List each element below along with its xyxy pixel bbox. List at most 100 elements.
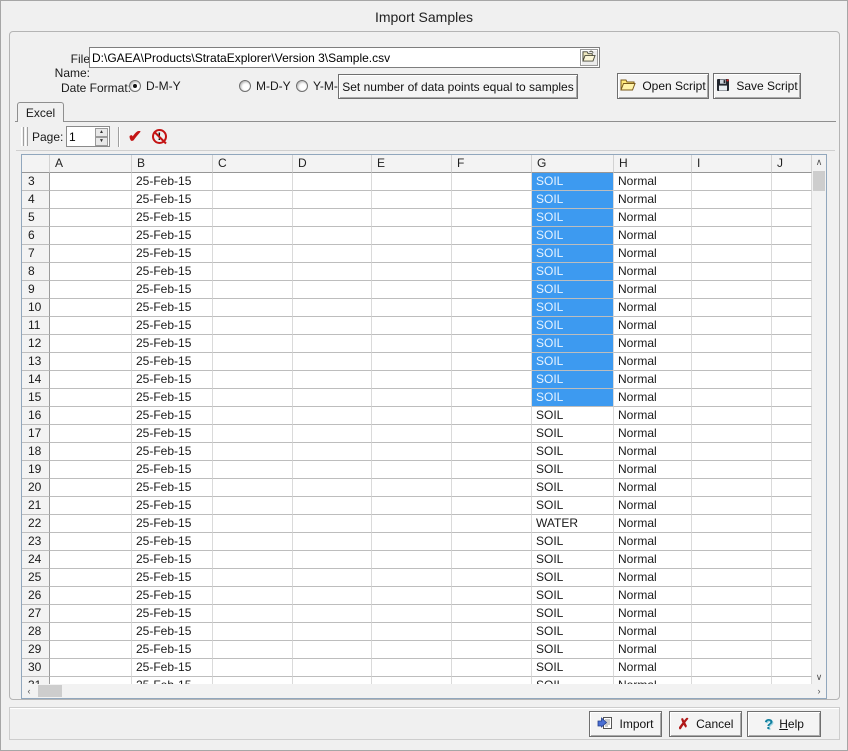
- row-header-5[interactable]: 5: [22, 209, 50, 227]
- grid-cell[interactable]: [452, 443, 532, 461]
- grid-cell[interactable]: Normal: [614, 461, 692, 479]
- grid-cell[interactable]: [213, 191, 293, 209]
- grid-cell[interactable]: [692, 407, 772, 425]
- row-header-13[interactable]: 13: [22, 353, 50, 371]
- grid-cell[interactable]: Normal: [614, 209, 692, 227]
- grid-cell[interactable]: [50, 263, 132, 281]
- grid-cell[interactable]: [50, 245, 132, 263]
- grid-cell[interactable]: [692, 551, 772, 569]
- grid-cell[interactable]: [692, 659, 772, 677]
- grid-cell[interactable]: [452, 281, 532, 299]
- grid-cell[interactable]: [213, 245, 293, 263]
- grid-cell[interactable]: Normal: [614, 551, 692, 569]
- row-header-30[interactable]: 30: [22, 659, 50, 677]
- grid-cell[interactable]: 25-Feb-15: [132, 443, 213, 461]
- grid-cell[interactable]: [213, 299, 293, 317]
- row-header-25[interactable]: 25: [22, 569, 50, 587]
- corner-header-cell[interactable]: [22, 155, 50, 173]
- grid-cell[interactable]: [372, 587, 452, 605]
- grid-cell[interactable]: 25-Feb-15: [132, 533, 213, 551]
- scroll-right-button[interactable]: ›: [812, 684, 826, 698]
- grid-cell[interactable]: [293, 425, 372, 443]
- import-button[interactable]: Import: [589, 711, 662, 737]
- column-header-G[interactable]: G: [532, 155, 614, 173]
- grid-cell[interactable]: [372, 659, 452, 677]
- grid-cell[interactable]: [213, 641, 293, 659]
- grid-cell[interactable]: SOIL: [532, 461, 614, 479]
- grid-cell[interactable]: 25-Feb-15: [132, 353, 213, 371]
- column-header-A[interactable]: A: [50, 155, 132, 173]
- grid-cell[interactable]: [692, 461, 772, 479]
- grid-cell[interactable]: [293, 191, 372, 209]
- grid-cell[interactable]: SOIL: [532, 641, 614, 659]
- grid-cell[interactable]: [692, 173, 772, 191]
- grid-cell[interactable]: SOIL: [532, 227, 614, 245]
- radio-label[interactable]: M-D-Y: [256, 79, 291, 93]
- grid-cell[interactable]: [692, 209, 772, 227]
- grid-cell[interactable]: [213, 335, 293, 353]
- grid-cell[interactable]: [452, 263, 532, 281]
- grid-cell[interactable]: [50, 515, 132, 533]
- grid-cell[interactable]: 25-Feb-15: [132, 641, 213, 659]
- grid-cell[interactable]: [293, 227, 372, 245]
- cancel-button[interactable]: ✗ Cancel: [669, 711, 742, 737]
- grid-cell[interactable]: [452, 335, 532, 353]
- vertical-scroll-thumb[interactable]: [813, 171, 825, 191]
- grid-cell[interactable]: [452, 497, 532, 515]
- grid-cell[interactable]: [372, 317, 452, 335]
- row-header-22[interactable]: 22: [22, 515, 50, 533]
- grid-cell[interactable]: [452, 173, 532, 191]
- grid-cell[interactable]: Normal: [614, 533, 692, 551]
- grid-cell[interactable]: [772, 497, 812, 515]
- row-header-23[interactable]: 23: [22, 533, 50, 551]
- grid-cell[interactable]: 25-Feb-15: [132, 407, 213, 425]
- grid-cell[interactable]: [372, 353, 452, 371]
- grid-cell[interactable]: [692, 335, 772, 353]
- grid-cell[interactable]: [452, 209, 532, 227]
- grid-cell[interactable]: [50, 335, 132, 353]
- grid-cell[interactable]: [50, 461, 132, 479]
- grid-cell[interactable]: [692, 569, 772, 587]
- column-header-F[interactable]: F: [452, 155, 532, 173]
- grid-cell[interactable]: [50, 209, 132, 227]
- grid-cell[interactable]: [293, 245, 372, 263]
- toolbar-grip[interactable]: [25, 127, 28, 146]
- grid-cell[interactable]: [293, 479, 372, 497]
- grid-cell[interactable]: [692, 227, 772, 245]
- grid-cell[interactable]: [50, 677, 132, 684]
- row-header-10[interactable]: 10: [22, 299, 50, 317]
- grid-cell[interactable]: [213, 677, 293, 684]
- grid-cell[interactable]: [452, 425, 532, 443]
- grid-cell[interactable]: SOIL: [532, 317, 614, 335]
- horizontal-scrollbar[interactable]: ‹ ›: [22, 684, 826, 698]
- grid-cell[interactable]: 25-Feb-15: [132, 479, 213, 497]
- grid-cell[interactable]: [50, 425, 132, 443]
- grid-cell[interactable]: [452, 533, 532, 551]
- set-data-points-button[interactable]: Set number of data points equal to sampl…: [338, 74, 578, 99]
- grid-cell[interactable]: [293, 389, 372, 407]
- grid-cell[interactable]: [293, 407, 372, 425]
- grid-cell[interactable]: [692, 623, 772, 641]
- grid-cell[interactable]: [213, 443, 293, 461]
- row-header-26[interactable]: 26: [22, 587, 50, 605]
- grid-cell[interactable]: 25-Feb-15: [132, 515, 213, 533]
- grid-cell[interactable]: [213, 407, 293, 425]
- help-button[interactable]: ? Help: [747, 711, 821, 737]
- grid-cell[interactable]: [692, 299, 772, 317]
- grid-cell[interactable]: [452, 479, 532, 497]
- row-header-9[interactable]: 9: [22, 281, 50, 299]
- row-header-21[interactable]: 21: [22, 497, 50, 515]
- grid-cell[interactable]: [772, 659, 812, 677]
- grid-cell[interactable]: 25-Feb-15: [132, 569, 213, 587]
- grid-cell[interactable]: [692, 191, 772, 209]
- grid-cell[interactable]: Normal: [614, 605, 692, 623]
- grid-cell[interactable]: [372, 551, 452, 569]
- row-header-12[interactable]: 12: [22, 335, 50, 353]
- grid-cell[interactable]: [293, 641, 372, 659]
- grid-cell[interactable]: SOIL: [532, 407, 614, 425]
- radio-label[interactable]: D-M-Y: [146, 79, 181, 93]
- grid-cell[interactable]: 25-Feb-15: [132, 461, 213, 479]
- grid-cell[interactable]: Normal: [614, 569, 692, 587]
- page-input[interactable]: [69, 128, 95, 145]
- grid-cell[interactable]: [293, 497, 372, 515]
